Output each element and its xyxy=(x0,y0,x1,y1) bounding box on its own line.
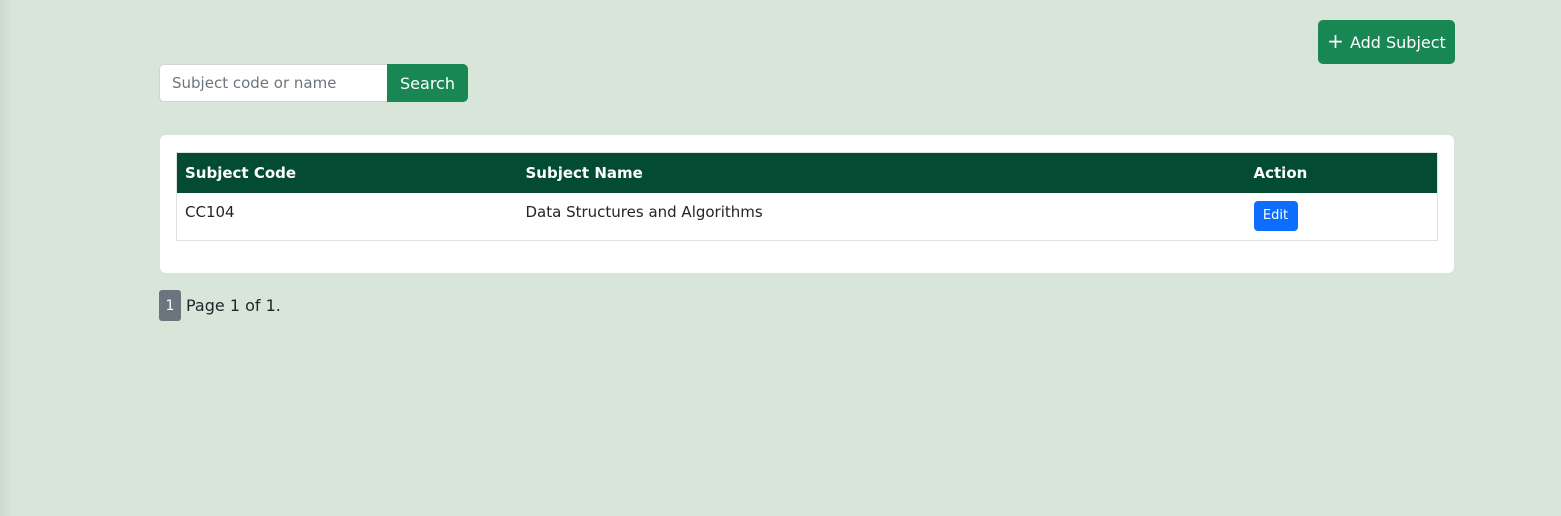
cell-subject-code: CC104 xyxy=(185,202,235,221)
plus-icon: + xyxy=(1327,29,1344,53)
page-number-button[interactable]: 1 xyxy=(159,290,181,321)
subjects-table: Subject Code Subject Name Action CC104 D… xyxy=(176,152,1438,241)
add-subject-label: Add Subject xyxy=(1349,32,1446,52)
search-form: Search xyxy=(159,64,468,102)
header-subject-name: Subject Name xyxy=(517,152,1246,193)
header-subject-code: Subject Code xyxy=(176,152,518,193)
search-button[interactable]: Search xyxy=(387,64,468,102)
search-input[interactable] xyxy=(159,64,387,102)
subjects-card: Subject Code Subject Name Action CC104 D… xyxy=(160,135,1454,273)
edit-button[interactable]: Edit xyxy=(1253,200,1298,231)
table-header-row: Subject Code Subject Name Action xyxy=(176,152,1438,193)
cell-subject-name: Data Structures and Algorithms xyxy=(525,202,763,221)
search-button-label: Search xyxy=(400,73,455,93)
add-subject-button[interactable]: + Add Subject xyxy=(1318,20,1455,64)
page-status-text: Page 1 of 1. xyxy=(186,296,281,315)
table-row: CC104 Data Structures and Algorithms Edi… xyxy=(177,193,1438,241)
left-edge-shade xyxy=(0,0,12,516)
header-action: Action xyxy=(1245,152,1438,193)
pagination: 1 Page 1 of 1. xyxy=(159,290,281,321)
cell-action: Edit xyxy=(1246,193,1438,241)
